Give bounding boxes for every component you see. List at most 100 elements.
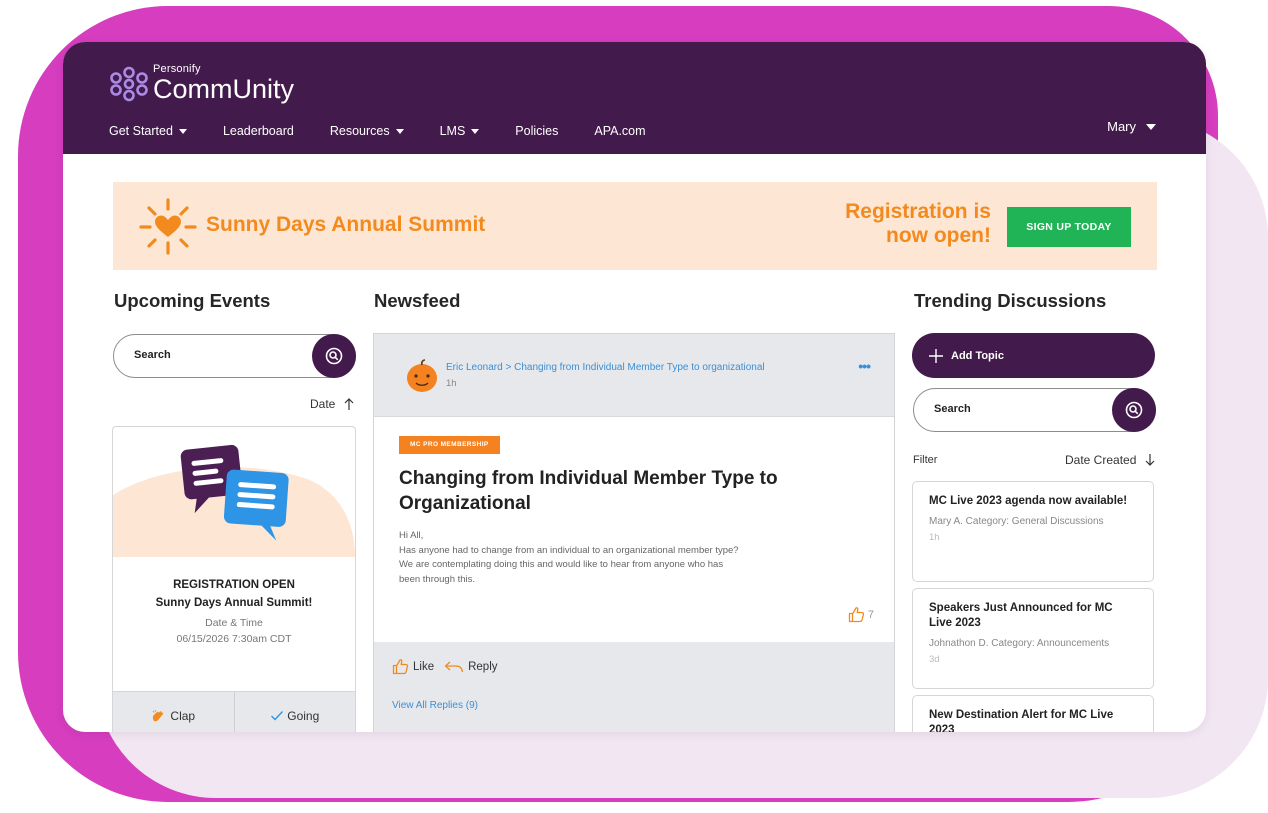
- discussion-time: 1h: [929, 532, 940, 543]
- promo-banner: Sunny Days Annual Summit Registration is…: [113, 182, 1157, 270]
- add-topic-label: Add Topic: [951, 349, 1004, 362]
- post-actions: Like Reply: [392, 658, 508, 675]
- nav-label: APA.com: [594, 124, 646, 138]
- nav-label: Policies: [515, 124, 559, 138]
- search-icon: [325, 347, 343, 365]
- nav-get-started[interactable]: Get Started: [109, 124, 187, 138]
- post-footer: Like Reply View All Replies (9): [374, 642, 894, 732]
- event-datetime: 06/15/2026 7:30am CDT: [176, 633, 292, 645]
- post-title[interactable]: Changing from Individual Member Type to …: [399, 466, 819, 516]
- discussion-time: 3d: [929, 654, 940, 665]
- upcoming-events-title: Upcoming Events: [114, 290, 271, 311]
- caret-down-icon: [395, 128, 404, 134]
- search-icon: [1125, 401, 1143, 419]
- discussion-title: Speakers Just Announced for MC Live 2023: [929, 602, 1113, 629]
- avatar[interactable]: [406, 359, 438, 393]
- like-label: Like: [413, 660, 435, 673]
- post-body-line: We are contemplating doing this and woul…: [399, 559, 724, 570]
- app-window: Personify CommUnity Get Started Leaderbo…: [63, 42, 1206, 732]
- sign-up-button[interactable]: SIGN UP TODAY: [1007, 207, 1131, 247]
- discussion-card[interactable]: MC Live 2023 agenda now available! Mary …: [912, 481, 1154, 582]
- post-body: Hi All, Has anyone had to change from an…: [399, 529, 829, 587]
- post-author-link[interactable]: Eric Leonard > Changing from Individual …: [446, 362, 765, 373]
- discussion-card[interactable]: Speakers Just Announced for MC Live 2023…: [912, 588, 1154, 689]
- post-header: Eric Leonard > Changing from Individual …: [374, 334, 894, 417]
- brand-logo[interactable]: Personify CommUnity: [109, 64, 294, 103]
- main-nav: Get Started Leaderboard Resources LMS Po…: [109, 124, 682, 138]
- event-name: Sunny Days Annual Summit!: [155, 597, 313, 609]
- nav-lms[interactable]: LMS: [440, 124, 480, 138]
- banner-title: Sunny Days Annual Summit: [206, 213, 486, 236]
- post-tag-badge[interactable]: MC PRO MEMBERSHIP: [399, 436, 500, 454]
- sun-heart-icon: [139, 198, 197, 255]
- going-label: Going: [287, 709, 320, 723]
- newsfeed-post: Eric Leonard > Changing from Individual …: [373, 333, 895, 732]
- nav-label: Resources: [329, 124, 390, 138]
- events-search-input[interactable]: Search: [134, 349, 171, 361]
- events-search-button[interactable]: [312, 334, 356, 378]
- going-button[interactable]: Going: [233, 692, 356, 732]
- discussions-sort-label: Date Created: [1065, 453, 1137, 467]
- registration-line-1: Registration is: [845, 200, 991, 223]
- discussion-card[interactable]: New Destination Alert for MC Live 2023: [912, 695, 1154, 732]
- discussions-search-field[interactable]: Search: [913, 388, 1156, 432]
- nav-label: Get Started: [109, 124, 173, 138]
- post-time: 1h: [446, 378, 457, 389]
- nav-policies[interactable]: Policies: [515, 124, 558, 138]
- event-card[interactable]: REGISTRATION OPEN Sunny Days Annual Summ…: [112, 426, 356, 732]
- nav-apa[interactable]: APA.com: [594, 124, 645, 138]
- reply-arrow-icon: [444, 661, 464, 672]
- post-like-count: 7: [848, 606, 874, 623]
- more-options-icon[interactable]: •••: [858, 358, 871, 374]
- personify-flower-icon: [110, 66, 148, 101]
- caret-down-icon: [1146, 123, 1156, 130]
- thumbs-up-icon: [392, 659, 409, 675]
- events-sort-label: Date: [310, 397, 336, 411]
- chat-bubbles-illustration: [113, 444, 355, 557]
- user-menu[interactable]: Mary: [1107, 119, 1156, 134]
- reply-label: Reply: [468, 660, 498, 673]
- nav-leaderboard[interactable]: Leaderboard: [223, 124, 294, 138]
- thumbs-up-icon: [848, 607, 864, 623]
- like-button[interactable]: Like: [392, 658, 434, 675]
- like-count: 7: [867, 608, 874, 621]
- checkmark-icon: [271, 711, 284, 721]
- discussions-search-input[interactable]: Search: [934, 403, 971, 415]
- caret-down-icon: [471, 128, 480, 134]
- events-sort-control[interactable]: Date: [310, 397, 355, 411]
- post-body-line: been through this.: [399, 573, 476, 585]
- arrow-up-icon: [344, 398, 354, 410]
- discussions-search-button[interactable]: [1112, 388, 1156, 432]
- clap-icon: [153, 709, 164, 722]
- filter-label[interactable]: Filter: [913, 454, 937, 466]
- discussion-title: New Destination Alert for MC Live 2023: [929, 709, 1114, 732]
- discussions-sort-control[interactable]: Date Created: [1065, 453, 1156, 467]
- event-status: REGISTRATION OPEN: [173, 579, 295, 591]
- event-actions: Clap Going: [113, 691, 355, 732]
- post-body-line: Has anyone had to change from an individ…: [399, 544, 739, 556]
- view-all-replies-link[interactable]: View All Replies (9): [392, 700, 478, 711]
- registration-line-2: now open!: [886, 224, 991, 247]
- newsfeed-title: Newsfeed: [374, 290, 461, 311]
- banner-registration-text: Registration is now open!: [845, 200, 991, 248]
- clap-label: Clap: [170, 709, 196, 723]
- top-navigation-bar: Personify CommUnity Get Started Leaderbo…: [63, 42, 1206, 154]
- plus-icon: [929, 348, 943, 363]
- post-body-line: Hi All,: [399, 530, 424, 541]
- reply-button[interactable]: Reply: [444, 660, 498, 674]
- trending-discussions-title: Trending Discussions: [914, 290, 1107, 311]
- events-search-field[interactable]: Search: [113, 334, 356, 378]
- event-datetime-label: Date & Time: [205, 617, 263, 629]
- nav-resources[interactable]: Resources: [330, 124, 404, 138]
- user-name: Mary: [1107, 119, 1136, 134]
- nav-label: LMS: [439, 124, 466, 138]
- discussion-meta: Johnathon D. Category: Announcements: [929, 638, 1110, 649]
- discussion-meta: Mary A. Category: General Discussions: [929, 516, 1104, 527]
- brand-name: CommUnity: [153, 74, 295, 104]
- add-topic-button[interactable]: Add Topic: [912, 333, 1155, 378]
- arrow-down-icon: [1145, 454, 1155, 466]
- nav-label: Leaderboard: [222, 124, 294, 138]
- discussion-title: MC Live 2023 agenda now available!: [929, 495, 1128, 507]
- clap-button[interactable]: Clap: [113, 692, 234, 732]
- caret-down-icon: [178, 128, 187, 134]
